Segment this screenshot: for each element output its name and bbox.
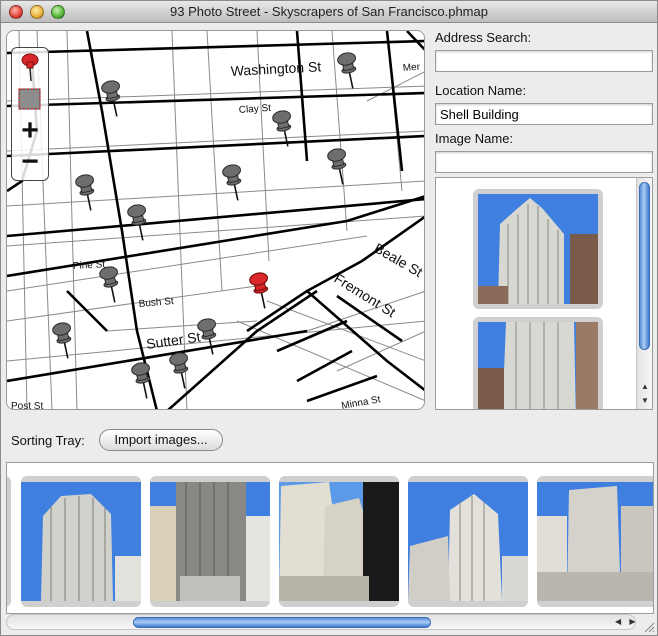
scroll-right-icon[interactable]: ▶ — [629, 617, 635, 626]
map-pin[interactable] — [169, 351, 194, 390]
location-name-input[interactable]: Shell Building — [435, 103, 653, 125]
street-label: Post St — [11, 401, 43, 410]
street-label: Minna St — [341, 394, 382, 410]
location-image[interactable] — [473, 189, 603, 309]
map-pin[interactable] — [99, 265, 124, 304]
map-pin-selected[interactable] — [249, 271, 274, 310]
map-pin[interactable] — [222, 163, 247, 202]
app-window: 93 Photo Street - Skyscrapers of San Fra… — [0, 0, 658, 636]
tray-image[interactable] — [279, 476, 399, 607]
map-pin[interactable] — [101, 79, 126, 118]
tray-image[interactable] — [7, 476, 11, 607]
map-view[interactable]: Washington St Mer Clay St Pine St Bush S… — [6, 30, 425, 410]
tray-image[interactable] — [537, 476, 653, 607]
map-toolbar: + − — [11, 47, 49, 181]
street-label: Washington St — [230, 58, 321, 79]
street-label: Bush St — [138, 296, 174, 310]
street-label: Clay St — [238, 103, 271, 116]
address-search-label: Address Search: — [435, 30, 532, 45]
address-search-input[interactable] — [435, 50, 653, 72]
scrollbar-thumb[interactable] — [639, 182, 650, 350]
tray-image[interactable] — [408, 476, 528, 607]
image-list-scrollbar[interactable]: ▲ ▼ — [636, 178, 652, 409]
sorting-tray[interactable] — [6, 462, 654, 614]
select-tool-icon[interactable] — [16, 86, 44, 112]
zoom-out-icon[interactable]: − — [16, 147, 44, 178]
import-images-button[interactable]: Import images... — [99, 429, 223, 451]
map-pin[interactable] — [337, 51, 362, 90]
street-label: Mer — [402, 62, 421, 74]
location-name-label: Location Name: — [435, 83, 527, 98]
scroll-down-icon[interactable]: ▼ — [637, 394, 652, 408]
street-label: Pine St — [73, 259, 106, 272]
resize-grip-icon[interactable] — [643, 621, 655, 633]
window-title: 93 Photo Street - Skyscrapers of San Fra… — [170, 4, 488, 19]
map-pin[interactable] — [75, 173, 100, 212]
scroll-left-icon[interactable]: ◀ — [615, 617, 621, 626]
image-name-input[interactable] — [435, 151, 653, 173]
location-image[interactable] — [473, 317, 603, 409]
sorting-tray-label: Sorting Tray: — [11, 433, 85, 448]
scrollbar-thumb[interactable] — [133, 617, 431, 628]
scroll-up-icon[interactable]: ▲ — [637, 380, 652, 394]
tray-scrollbar[interactable] — [6, 614, 636, 630]
location-image-list[interactable]: ▲ ▼ — [435, 177, 653, 410]
image-name-label: Image Name: — [435, 131, 514, 146]
title-bar[interactable]: 93 Photo Street - Skyscrapers of San Fra… — [1, 1, 657, 23]
pin-tool-icon[interactable] — [16, 52, 44, 82]
street-map[interactable]: Washington St Mer Clay St Pine St Bush S… — [7, 31, 425, 410]
street-label: Beale St — [372, 240, 426, 280]
tray-image[interactable] — [21, 476, 141, 607]
tray-image[interactable] — [150, 476, 270, 607]
zoom-in-icon[interactable]: + — [16, 116, 44, 146]
street-label: Sutter St — [145, 329, 201, 352]
map-pin[interactable] — [327, 147, 352, 186]
street-label: Fremont St — [331, 270, 398, 320]
